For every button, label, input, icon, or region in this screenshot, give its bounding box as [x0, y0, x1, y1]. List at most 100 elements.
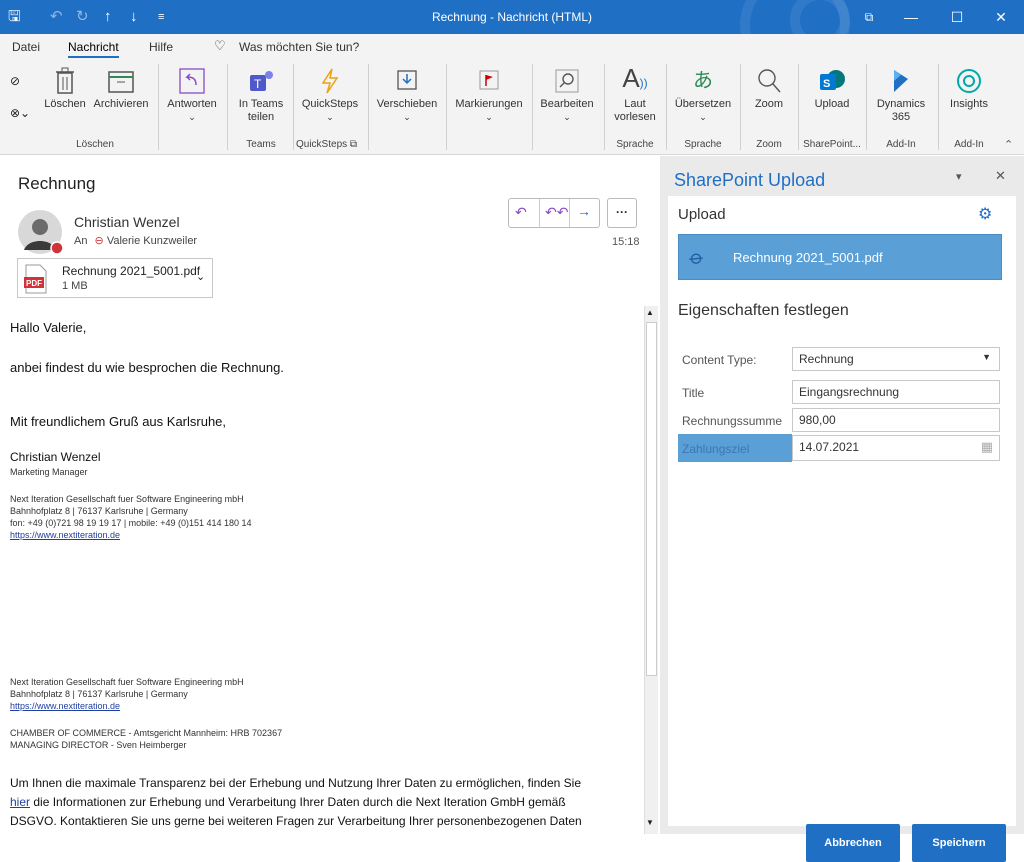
delete-button[interactable]: Löschen: [40, 64, 90, 111]
scroll-up-icon: ▲: [646, 308, 654, 317]
move-label: Verschieben: [376, 98, 438, 110]
footer-director: MANAGING DIRECTOR - Sven Heimberger: [10, 740, 187, 750]
attachment-size: 1 MB: [62, 280, 88, 292]
read-aloud-button[interactable]: A)) Laut vorlesen: [608, 64, 662, 124]
sum-label: Rechnungssumme: [682, 414, 783, 428]
dynamics-icon: [894, 70, 908, 92]
translate-icon: あ: [693, 69, 713, 92]
content-type-select[interactable]: Rechnung ▼: [792, 347, 1000, 371]
ribbon-display-button[interactable]: ⧉: [846, 0, 892, 34]
junk-icon[interactable]: ⊗⌄: [10, 106, 30, 120]
upload-file-bar[interactable]: ⌀ Rechnung 2021_5001.pdf: [678, 234, 1002, 280]
upload-heading: Upload: [678, 206, 726, 223]
gear-icon[interactable]: ⚙: [978, 204, 992, 224]
menu-datei[interactable]: Datei: [12, 40, 40, 54]
flag-label: Markierungen: [455, 98, 523, 110]
insights-icon: [957, 69, 981, 93]
edit-button[interactable]: Bearbeiten ⌄: [536, 64, 598, 124]
signature-name: Christian Wenzel: [10, 450, 101, 464]
reply-all-icon[interactable]: ↶↶: [545, 204, 568, 221]
pane-close-icon[interactable]: ✕: [995, 168, 1006, 184]
insights-label: Insights: [950, 98, 988, 110]
ignore-icon[interactable]: ⊘: [10, 74, 20, 88]
reply-label: Antworten: [167, 98, 217, 110]
trash-icon: [56, 67, 74, 94]
greeting: Hallo Valerie,: [10, 320, 87, 335]
signature-phone: fon: +49 (0)721 98 19 19 17 | mobile: +4…: [10, 518, 252, 528]
footer-chamber: CHAMBER OF COMMERCE - Amtsgericht Mannhe…: [10, 728, 283, 738]
maximize-button[interactable]: ☐: [934, 0, 980, 34]
recipient-line: An ⊖ Valerie Kunzweiler: [74, 234, 197, 247]
title-label: Title: [682, 386, 705, 400]
content-type-label: Content Type:: [682, 353, 757, 367]
zoom-label: Zoom: [754, 98, 784, 110]
upload-button[interactable]: S Upload: [802, 64, 862, 111]
sharepoint-pane: SharePoint Upload ▾ ✕ Upload ⚙ ⌀ Rechnun…: [660, 156, 1024, 862]
group-separator: [446, 64, 447, 150]
upload-label: Upload: [814, 98, 850, 110]
dynamics-button[interactable]: Dynamics 365: [870, 64, 932, 124]
move-icon: [397, 70, 417, 90]
translate-button[interactable]: あ Übersetzen ⌄: [670, 64, 736, 124]
zoom-button[interactable]: Zoom: [744, 64, 794, 111]
attachment[interactable]: PDF Rechnung 2021_5001.pdf 1 MB ⌄: [17, 258, 213, 298]
minimize-button[interactable]: —: [888, 0, 934, 34]
reply-button[interactable]: Antworten ⌄: [162, 64, 222, 124]
group-label-sharepoint: SharePoint...: [803, 139, 861, 150]
archive-button[interactable]: Archivieren: [92, 64, 150, 111]
due-label-highlight: Zahlungsziel: [678, 434, 792, 462]
group-label-language-2: Sprache: [684, 139, 722, 150]
group-label-delete: Löschen: [76, 139, 114, 150]
close-button[interactable]: ✕: [978, 0, 1024, 34]
avatar: [18, 210, 64, 259]
pane-menu-icon[interactable]: ▾: [956, 170, 962, 183]
group-separator: [798, 64, 799, 150]
collapse-ribbon-icon[interactable]: ⌃: [1004, 138, 1013, 151]
body-line: anbei findest du wie besprochen die Rech…: [10, 360, 284, 375]
group-separator: [604, 64, 605, 150]
group-separator: [938, 64, 939, 150]
magnifier-icon: [758, 69, 781, 93]
due-date-field[interactable]: 14.07.2021 ▦: [792, 435, 1000, 461]
insights-button[interactable]: Insights: [942, 64, 996, 111]
tell-me-search[interactable]: Was möchten Sie tun?: [239, 40, 359, 54]
teams-share-button[interactable]: T In Teams teilen: [232, 64, 290, 124]
group-separator: [227, 64, 228, 150]
flag-button[interactable]: Markierungen ⌄: [450, 64, 528, 124]
chevron-down-icon[interactable]: ⌄: [196, 270, 205, 283]
more-actions-button[interactable]: ···: [607, 198, 637, 228]
svg-text:PDF: PDF: [26, 279, 42, 288]
move-button[interactable]: Verschieben ⌄: [372, 64, 442, 124]
group-label-addin-2: Add-In: [954, 139, 984, 150]
forward-icon[interactable]: →: [577, 203, 591, 219]
signature-company: Next Iteration Gesellschaft fuer Softwar…: [10, 494, 244, 504]
signature-address: Bahnhofplatz 8 | 76137 Karlsruhe | Germa…: [10, 506, 188, 516]
footer-link[interactable]: https://www.nextiteration.de: [10, 701, 120, 712]
title-field[interactable]: Eingangsrechnung: [792, 380, 1000, 404]
recipient-name[interactable]: Valerie Kunzweiler: [107, 235, 197, 247]
menu-bar: Datei Nachricht Hilfe ♡ Was möchten Sie …: [0, 34, 1024, 60]
lightning-icon: [321, 68, 339, 94]
svg-text:T: T: [254, 77, 262, 91]
flag-icon: [479, 70, 499, 90]
email-subject: Rechnung: [18, 174, 96, 193]
group-separator: [666, 64, 667, 150]
save-button[interactable]: Speichern: [912, 824, 1006, 862]
read-aloud-icon: A)): [622, 63, 648, 93]
edit-label: Bearbeiten: [540, 98, 594, 110]
signature-link[interactable]: https://www.nextiteration.de: [10, 530, 120, 541]
archive-icon: [108, 71, 134, 93]
reply-icon[interactable]: ↶: [515, 204, 527, 221]
cancel-button[interactable]: Abbrechen: [806, 824, 900, 862]
group-label-language: Sprache: [616, 139, 654, 150]
privacy-line-3: DSGVO. Kontaktieren Sie uns gerne bei we…: [10, 814, 582, 828]
menu-hilfe[interactable]: Hilfe: [149, 40, 173, 54]
pane-title: SharePoint Upload: [674, 170, 826, 190]
sender-name[interactable]: Christian Wenzel: [74, 214, 180, 230]
menu-nachricht[interactable]: Nachricht: [68, 40, 119, 58]
sum-field[interactable]: 980,00: [792, 408, 1000, 432]
quicksteps-button[interactable]: QuickSteps ⌄: [298, 64, 362, 124]
privacy-line-2: hier die Informationen zur Erhebung und …: [10, 795, 566, 809]
privacy-link[interactable]: hier: [10, 795, 30, 809]
vertical-scrollbar[interactable]: ▲ ▼: [644, 306, 658, 834]
